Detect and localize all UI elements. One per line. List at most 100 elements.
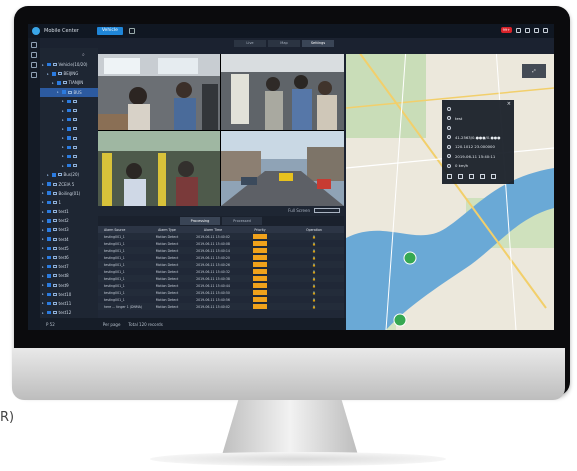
checkbox[interactable] [47, 283, 51, 287]
list-icon[interactable] [31, 52, 37, 58]
col-alarm-type[interactable]: Alarm Type [144, 228, 190, 232]
tree-node[interactable]: ▸ test12 [40, 308, 98, 317]
camera-view-2[interactable] [221, 54, 344, 130]
checkbox[interactable] [47, 237, 51, 241]
tab-live[interactable]: Live [234, 40, 266, 47]
tab-processing[interactable]: Processing [180, 217, 220, 225]
cell-operation[interactable]: 🔒 [284, 305, 344, 309]
cell-operation[interactable]: 🔒 [284, 284, 344, 288]
report-icon[interactable] [31, 72, 37, 78]
vehicle-marker-icon-2[interactable] [393, 313, 407, 327]
table-row[interactable]: testing001_1 Motion Detect 2019-06-11 15:4… [98, 261, 344, 268]
video-icon[interactable] [447, 173, 452, 179]
table-row[interactable]: testing001_1 Motion Detect 2019-06-11 15:4… [98, 254, 344, 261]
per-page-label[interactable]: Per page [103, 322, 121, 327]
checkbox[interactable] [67, 117, 71, 122]
lock-icon[interactable]: 🔒 [312, 277, 316, 281]
checkbox[interactable] [47, 274, 51, 278]
table-row[interactable]: testing001_1 Motion Detect 2019-06-11 15:4… [98, 268, 344, 275]
tree-node[interactable]: ▸ BEIJING [40, 69, 98, 78]
checkbox[interactable] [47, 310, 51, 315]
camera-view-1[interactable] [98, 54, 220, 130]
vehicle-marker-icon[interactable] [403, 251, 417, 265]
checkbox[interactable] [47, 228, 51, 232]
checkbox[interactable] [52, 173, 56, 177]
search-icon[interactable]: ⌕ [82, 52, 85, 58]
checkbox[interactable] [47, 264, 51, 269]
tree-node[interactable]: ▸ BUS [40, 87, 98, 97]
table-row[interactable]: testing001_1 Motion Detect 2019-06-11 15:4… [98, 275, 344, 282]
tree-node[interactable]: ▸ [40, 97, 98, 106]
tree-node[interactable]: ▸ test11 [40, 299, 98, 308]
checkbox[interactable] [67, 136, 71, 140]
tree-node[interactable]: ▸ [40, 124, 98, 133]
lock-icon[interactable]: 🔒 [312, 291, 316, 295]
tree-node[interactable]: ▸ [40, 161, 98, 170]
checkbox[interactable] [67, 108, 71, 113]
tree-node[interactable]: ▸ Bus(20) [40, 170, 98, 179]
checkbox[interactable] [47, 200, 51, 205]
col-operation[interactable]: Operation [284, 228, 344, 232]
track-icon[interactable] [469, 173, 474, 179]
lock-icon[interactable]: 🔒 [312, 284, 316, 288]
tree-node[interactable]: ▸ test8 [40, 271, 98, 280]
lock-icon[interactable]: 🔒 [312, 235, 316, 239]
tree-node[interactable]: ▸ ZCEIA 5 [40, 179, 98, 188]
checkbox[interactable] [47, 292, 51, 297]
cell-operation[interactable]: 🔒 [284, 298, 344, 302]
table-row[interactable]: testing001_1 Motion Detect 2019-06-11 15:4… [98, 282, 344, 289]
table-row[interactable]: testing001_1 Motion Detect 2019-06-11 15:4… [98, 247, 344, 254]
checkbox[interactable] [67, 99, 71, 104]
close-icon[interactable] [543, 27, 548, 33]
phone-icon[interactable] [480, 173, 485, 179]
lock-icon[interactable]: 🔒 [312, 242, 316, 246]
tree-node[interactable]: ▸ Vehicle(10/20) [40, 60, 98, 69]
cell-operation[interactable]: 🔒 [284, 235, 344, 239]
tree-node[interactable]: ▸ [40, 152, 98, 161]
camera-view-3[interactable] [98, 131, 220, 206]
lock-icon[interactable]: 🔒 [312, 256, 316, 260]
tab-settings[interactable]: Settings [302, 40, 334, 47]
checkbox[interactable] [67, 154, 71, 159]
popup-close-icon[interactable]: × [507, 101, 511, 107]
lock-icon[interactable]: 🔒 [312, 249, 316, 253]
tab-processed[interactable]: Processed [222, 217, 262, 225]
tree-node[interactable]: ▸ test9 [40, 281, 98, 290]
tree-node[interactable]: ▸ test2 [40, 216, 98, 225]
map-zoom-control[interactable]: ⤢ [522, 64, 546, 78]
tree-node[interactable]: ▸ [40, 106, 98, 115]
tree-node[interactable]: ▸ test1 [40, 207, 98, 216]
col-alarm-source[interactable]: Alarm Source [98, 228, 144, 232]
cell-operation[interactable]: 🔒 [284, 270, 344, 274]
checkbox[interactable] [47, 62, 51, 67]
checkbox[interactable] [57, 81, 61, 85]
tree-node[interactable]: ▸ Boiling(01) [40, 189, 98, 198]
monitor-icon[interactable] [31, 42, 37, 48]
grid-icon[interactable] [314, 208, 340, 213]
minimize-icon[interactable] [534, 27, 539, 33]
lock-icon[interactable]: 🔒 [312, 305, 316, 309]
table-row[interactable]: testing001_1 Motion Detect 2019-06-11 15:4… [98, 296, 344, 303]
checkbox[interactable] [47, 246, 51, 251]
tree-node[interactable]: ▸ TIANJIN [40, 78, 98, 87]
tree-node[interactable]: ▸ [40, 115, 98, 124]
checkbox[interactable] [47, 301, 51, 306]
alarm-badge[interactable]: 99+ [500, 27, 512, 33]
tree-node[interactable]: ▸ 1 [40, 198, 98, 207]
tree-node[interactable]: ▸ [40, 134, 98, 143]
checkbox[interactable] [47, 209, 51, 214]
table-row[interactable]: testing001_1 Motion Detect 2019-06-11 15:4… [98, 233, 344, 240]
checkbox[interactable] [67, 163, 71, 168]
talk-icon[interactable] [458, 173, 463, 179]
cell-operation[interactable]: 🔒 [284, 291, 344, 295]
table-row[interactable]: testing001_1 Motion Detect 2019-06-11 15:4… [98, 240, 344, 247]
cell-operation[interactable]: 🔒 [284, 242, 344, 246]
cell-operation[interactable]: 🔒 [284, 263, 344, 267]
col-alarm-time[interactable]: Alarm Time [190, 228, 236, 232]
tree-node[interactable]: ▸ test3 [40, 225, 98, 234]
cell-operation[interactable]: 🔒 [284, 277, 344, 281]
lock-icon[interactable]: 🔒 [312, 298, 316, 302]
tree-node[interactable]: ▸ test10 [40, 290, 98, 299]
map-view[interactable] [346, 48, 554, 330]
cell-operation[interactable]: 🔒 [284, 256, 344, 260]
